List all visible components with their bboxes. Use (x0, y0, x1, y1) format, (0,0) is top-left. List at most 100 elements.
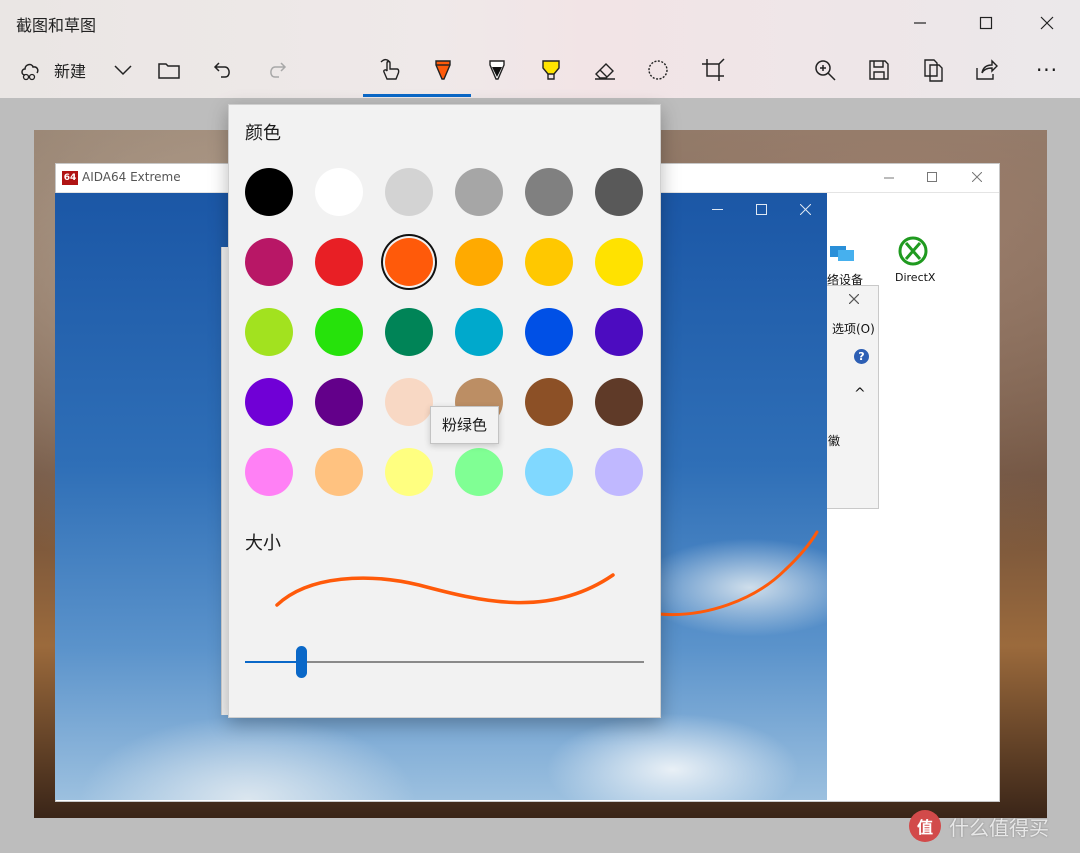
minimize-icon (914, 22, 926, 24)
color-swatch[interactable] (525, 238, 573, 286)
minimize-button[interactable] (897, 6, 943, 40)
color-swatch[interactable] (455, 308, 503, 356)
color-swatch[interactable] (315, 308, 363, 356)
dialog-partial-text: 徽 (828, 434, 841, 448)
watermark-logo: 值 (909, 810, 941, 842)
color-swatch[interactable] (385, 448, 433, 496)
color-swatch[interactable] (385, 308, 433, 356)
eraser-button[interactable] (592, 52, 618, 88)
snip-sketch-window: 截图和草图 新建 ··· 64 AIDA64 Extreme 络设备 Direc… (0, 0, 1080, 853)
orange-ink-stroke (657, 530, 819, 617)
size-slider-thumb[interactable] (296, 646, 307, 678)
color-swatch[interactable] (315, 378, 363, 426)
close-icon (1040, 16, 1054, 30)
window-title: 截图和草图 (16, 16, 97, 35)
pencil-button[interactable] (484, 52, 510, 88)
watermark-text: 什么值得买 (949, 815, 1049, 840)
color-swatch[interactable] (245, 168, 293, 216)
color-swatch[interactable] (595, 308, 643, 356)
xbox-directx-icon (898, 236, 928, 266)
open-file-button[interactable] (156, 52, 182, 88)
dialog-options-menu: 选项(O) (832, 322, 875, 336)
pencil-icon (489, 60, 505, 80)
save-button[interactable] (866, 52, 892, 88)
eraser-icon (595, 63, 615, 80)
ballpoint-pen-button[interactable] (430, 52, 456, 88)
maximize-icon (979, 16, 993, 30)
maximize-button[interactable] (963, 6, 1009, 40)
crop-button[interactable] (700, 52, 726, 88)
zoom-in-icon (815, 60, 836, 81)
color-swatch[interactable] (525, 378, 573, 426)
collapse-chevron: ^ (854, 386, 866, 402)
color-name-tooltip: 粉绿色 (430, 406, 500, 444)
touch-writing-button[interactable] (377, 52, 403, 88)
highlighter-icon (542, 60, 560, 80)
captured-close-icon (972, 172, 982, 182)
color-swatch[interactable] (525, 448, 573, 496)
active-tool-indicator (363, 94, 471, 97)
color-swatch[interactable] (595, 168, 643, 216)
size-heading: 大小 (245, 533, 281, 554)
color-swatch[interactable] (455, 168, 503, 216)
color-swatch[interactable] (245, 238, 293, 286)
color-swatch[interactable] (245, 308, 293, 356)
color-swatch[interactable] (385, 378, 433, 426)
close-button[interactable] (1024, 6, 1070, 40)
touch-writing-icon (380, 58, 400, 80)
color-swatch[interactable] (315, 448, 363, 496)
size-slider-fill (245, 661, 301, 663)
aida64-logo: 64 (62, 171, 78, 185)
ruler-button[interactable] (645, 52, 671, 88)
color-swatch[interactable] (595, 378, 643, 426)
color-swatch[interactable] (315, 238, 363, 286)
save-icon (869, 60, 889, 80)
more-button[interactable]: ··· (1030, 52, 1064, 88)
new-snip-button[interactable]: 新建 (18, 52, 86, 88)
color-swatch[interactable] (315, 168, 363, 216)
captured-dialog: 选项(O) ? ^ 徽 (826, 285, 879, 509)
redo-button[interactable] (264, 52, 290, 88)
color-heading: 颜色 (245, 123, 281, 144)
copy-button[interactable] (920, 52, 946, 88)
help-icon: ? (854, 349, 869, 364)
sky-close (790, 200, 820, 218)
sky-maximize-icon (755, 203, 767, 215)
copy-icon (924, 59, 943, 82)
sky-close-icon (799, 203, 811, 215)
color-swatch[interactable] (245, 448, 293, 496)
stroke-size-preview (275, 573, 615, 607)
color-swatch[interactable] (385, 168, 433, 216)
color-swatch[interactable] (525, 168, 573, 216)
chevron-down-icon (114, 65, 132, 76)
color-swatch[interactable] (385, 238, 433, 286)
color-swatch[interactable] (245, 378, 293, 426)
watermark: 值 什么值得买 (909, 806, 1049, 846)
undo-icon (213, 62, 230, 78)
redo-icon (270, 62, 287, 78)
captured-window-title: AIDA64 Extreme (82, 170, 181, 184)
sky-maximize (746, 200, 776, 218)
color-swatch[interactable] (455, 238, 503, 286)
sky-minimize-icon (711, 208, 723, 210)
zoom-button[interactable] (812, 52, 838, 88)
highlighter-button[interactable] (538, 52, 564, 88)
color-swatch[interactable] (455, 448, 503, 496)
new-snip-label: 新建 (54, 62, 87, 81)
dialog-close-icon (849, 294, 859, 304)
crop-icon (702, 58, 725, 81)
ruler-protractor-icon (648, 60, 668, 80)
captured-maximize-icon (927, 172, 937, 182)
new-snip-dropdown[interactable] (110, 52, 136, 88)
color-swatch[interactable] (595, 448, 643, 496)
folder-icon (158, 63, 180, 79)
captured-minimize-icon (884, 177, 894, 179)
color-swatch[interactable] (595, 238, 643, 286)
new-snip-icon (21, 63, 39, 81)
share-button[interactable] (973, 52, 999, 88)
undo-button[interactable] (210, 52, 236, 88)
color-swatch[interactable] (525, 308, 573, 356)
share-icon (976, 59, 998, 80)
network-devices-icon (830, 246, 854, 261)
ballpoint-pen-icon (435, 60, 451, 80)
